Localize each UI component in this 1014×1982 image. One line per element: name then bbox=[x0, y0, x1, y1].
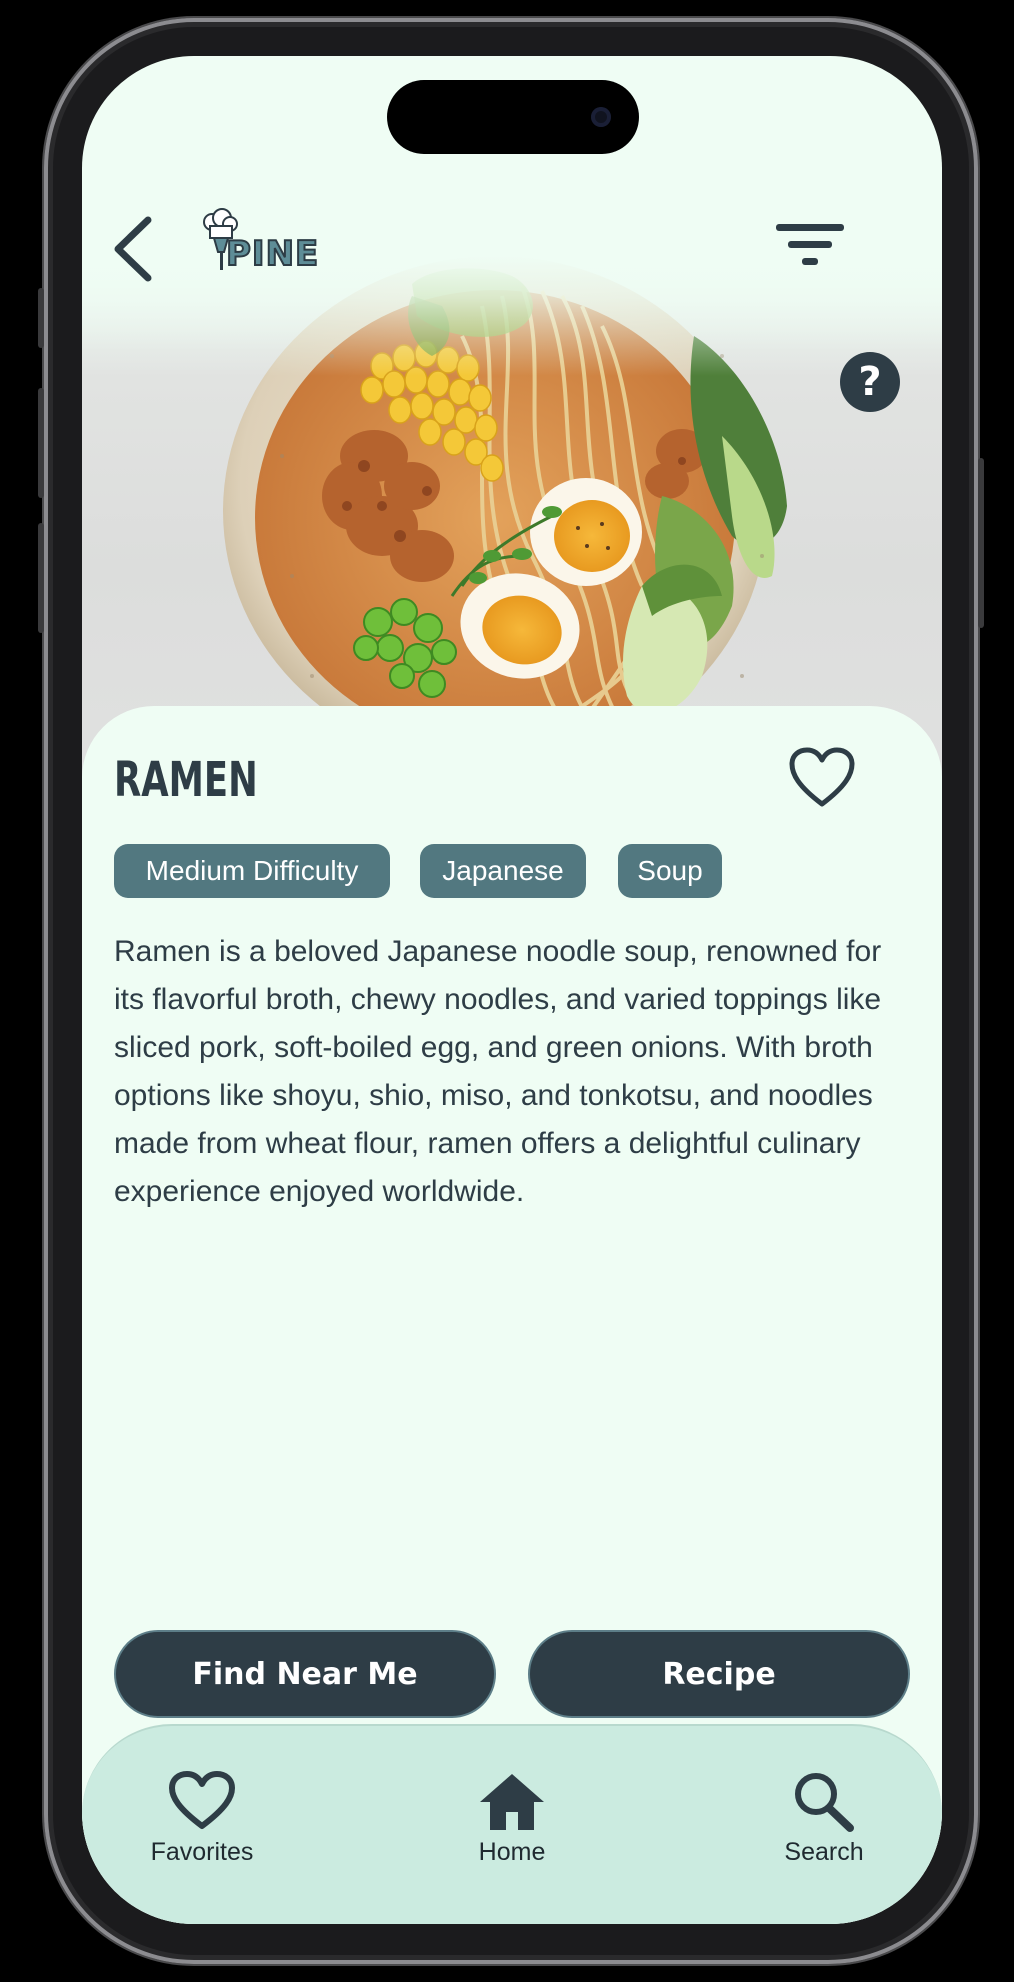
nav-label-favorites: Favorites bbox=[150, 1838, 254, 1866]
logo-text: PINE bbox=[225, 233, 320, 275]
tag-difficulty[interactable]: Medium Difficulty bbox=[114, 844, 390, 898]
tag-category[interactable]: Soup bbox=[618, 844, 722, 898]
dish-description: Ramen is a beloved Japanese noodle soup,… bbox=[114, 935, 882, 1208]
dish-title: RAMEN bbox=[114, 752, 258, 808]
bottom-navigation: Favorites Home Search bbox=[82, 1724, 942, 1924]
app-logo: PINE bbox=[200, 208, 330, 278]
filter-icon bbox=[776, 224, 844, 265]
favorite-button[interactable] bbox=[788, 746, 856, 810]
volume-up-button bbox=[38, 388, 44, 498]
heart-icon bbox=[789, 747, 855, 807]
help-button[interactable]: ? bbox=[840, 352, 900, 412]
nav-label-home: Home bbox=[478, 1838, 546, 1866]
recipe-button[interactable]: Recipe bbox=[528, 1630, 910, 1718]
find-near-me-button[interactable]: Find Near Me bbox=[114, 1630, 496, 1718]
nav-item-favorites[interactable]: Favorites bbox=[122, 1770, 282, 1890]
power-button bbox=[978, 458, 984, 628]
home-icon bbox=[480, 1774, 544, 1830]
nav-item-search[interactable]: Search bbox=[744, 1770, 904, 1890]
nav-label-search: Search bbox=[784, 1838, 864, 1866]
heart-icon bbox=[169, 1771, 235, 1829]
chevron-left-icon bbox=[114, 216, 152, 282]
search-icon bbox=[795, 1773, 854, 1832]
nav-item-home[interactable]: Home bbox=[432, 1770, 592, 1890]
volume-down-button bbox=[38, 523, 44, 633]
back-button[interactable] bbox=[108, 214, 168, 284]
tag-cuisine[interactable]: Japanese bbox=[420, 844, 586, 898]
app-screen: PINE ? RAMEN Medium Difficulty Japanese … bbox=[82, 56, 942, 1924]
header: PINE bbox=[82, 156, 942, 282]
action-buttons: Find Near Me Recipe bbox=[114, 1630, 910, 1718]
dish-image bbox=[82, 256, 942, 776]
filter-button[interactable] bbox=[776, 220, 844, 270]
camera-icon bbox=[591, 107, 611, 127]
dynamic-island bbox=[387, 80, 639, 154]
mute-switch bbox=[38, 288, 44, 348]
